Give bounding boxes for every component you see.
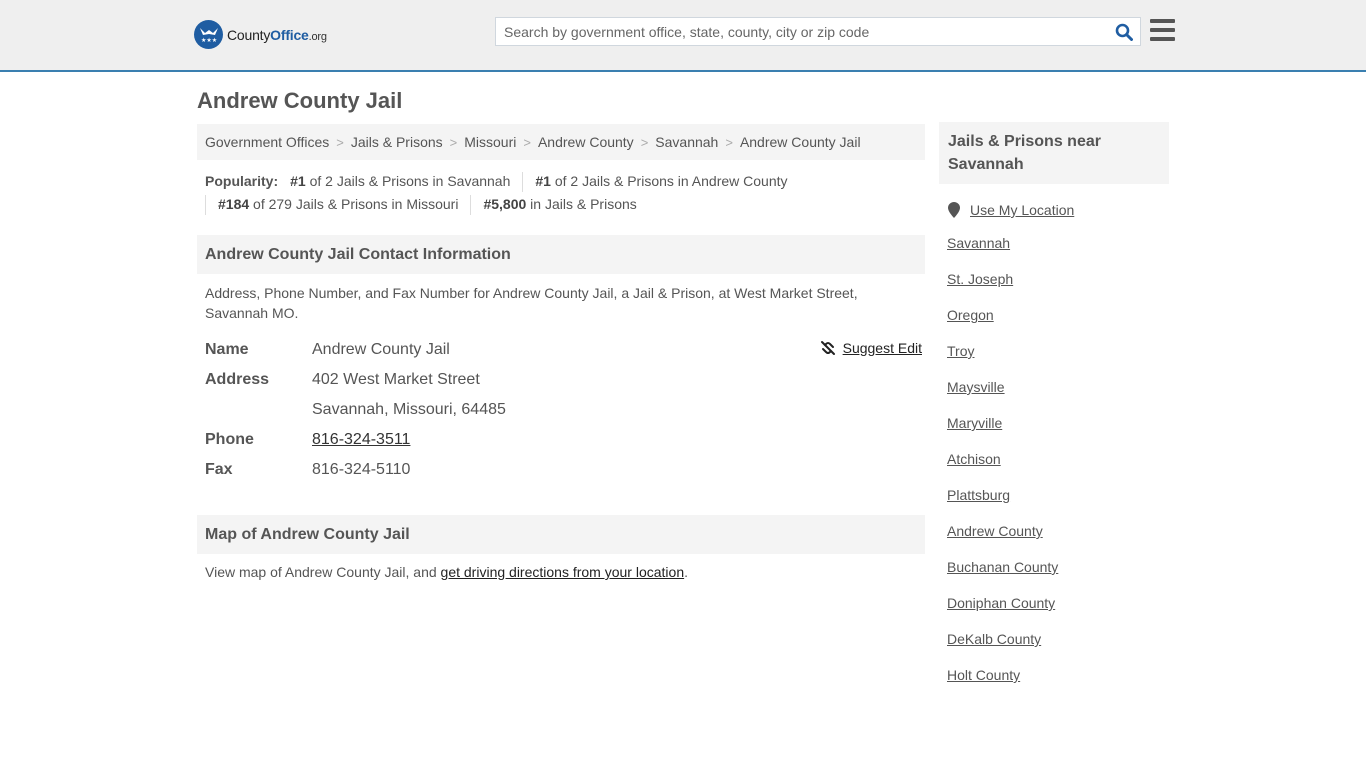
logo-text: CountyOffice.org	[227, 26, 327, 43]
nearby-link-holt-county[interactable]: Holt County	[947, 667, 1020, 683]
search-button[interactable]	[1108, 18, 1140, 45]
address-line2: Savannah, Missouri, 64485	[312, 401, 506, 418]
popularity-item: #1 of 2 Jails & Prisons in Savannah	[290, 173, 511, 189]
breadcrumb-separator: >	[336, 134, 344, 150]
list-item: Savannah	[947, 235, 1169, 271]
popularity-item: #184 of 279 Jails & Prisons in Missouri	[218, 196, 459, 212]
breadcrumb-separator: >	[523, 134, 531, 150]
nearby-link-savannah[interactable]: Savannah	[947, 235, 1010, 251]
map-heading: Map of Andrew County Jail	[197, 515, 925, 554]
use-my-location-link[interactable]: Use My Location	[970, 202, 1074, 218]
list-item: Plattsburg	[947, 487, 1169, 523]
address-row: Address 402 West Market Street	[205, 365, 917, 395]
search-box	[495, 17, 1141, 46]
phone-label: Phone	[205, 431, 254, 448]
list-item: DeKalb County	[947, 631, 1169, 667]
phone-row: Phone 816-324-3511	[205, 425, 917, 455]
list-item: Oregon	[947, 307, 1169, 343]
map-pin-icon	[948, 202, 960, 218]
contact-description: Address, Phone Number, and Fax Number fo…	[205, 285, 858, 321]
eagle-stars-icon: ★★★	[194, 20, 223, 49]
search-icon	[1115, 23, 1133, 41]
breadcrumb: Government Offices > Jails & Prisons > M…	[197, 124, 925, 160]
list-item: Maysville	[947, 379, 1169, 415]
name-label: Name	[205, 341, 249, 358]
nearby-link-dekalb-county[interactable]: DeKalb County	[947, 631, 1041, 647]
suggest-edit-link[interactable]: Suggest Edit	[843, 340, 922, 356]
breadcrumb-andrew-county[interactable]: Andrew County	[538, 134, 634, 150]
contact-info-heading: Andrew County Jail Contact Information	[197, 235, 925, 274]
list-item: Holt County	[947, 667, 1169, 703]
list-item: Doniphan County	[947, 595, 1169, 631]
page-title: Andrew County Jail	[197, 88, 403, 113]
divider	[205, 194, 206, 215]
hamburger-menu-button[interactable]	[1150, 19, 1175, 41]
address-line1: 402 West Market Street	[312, 371, 480, 388]
use-my-location-button[interactable]: Use My Location	[939, 202, 1169, 218]
fax-label: Fax	[205, 461, 233, 478]
nearby-link-plattsburg[interactable]: Plattsburg	[947, 487, 1010, 503]
menu-bar	[1150, 28, 1175, 32]
breadcrumb-separator: >	[640, 134, 649, 150]
name-row: Name Andrew County Jail	[205, 335, 917, 365]
nearby-link-maryville[interactable]: Maryville	[947, 415, 1002, 431]
nearby-link-atchison[interactable]: Atchison	[947, 451, 1001, 467]
sidebar: Jails & Prisons near Savannah Use My Loc…	[939, 122, 1169, 703]
popularity: Popularity: #1 of 2 Jails & Prisons in S…	[197, 160, 925, 216]
map-description: View map of Andrew County Jail, and get …	[205, 564, 688, 580]
list-item: Maryville	[947, 415, 1169, 451]
svg-text:★★★: ★★★	[201, 37, 217, 44]
list-item: Troy	[947, 343, 1169, 379]
list-item: St. Joseph	[947, 271, 1169, 307]
nearby-link-doniphan-county[interactable]: Doniphan County	[947, 595, 1055, 611]
breadcrumb-current: Andrew County Jail	[739, 134, 861, 150]
list-item: Buchanan County	[947, 559, 1169, 595]
menu-bar	[1150, 37, 1175, 41]
fax-row: Fax 816-324-5110	[205, 455, 917, 485]
list-item: Andrew County	[947, 523, 1169, 559]
divider	[470, 194, 472, 215]
popularity-item: #5,800 in Jails & Prisons	[483, 196, 637, 212]
breadcrumb-jails-prisons[interactable]: Jails & Prisons	[351, 134, 443, 150]
phone-link[interactable]: 816-324-3511	[312, 431, 410, 448]
sidebar-heading: Jails & Prisons near Savannah	[939, 122, 1169, 184]
divider	[522, 171, 524, 192]
menu-bar	[1150, 19, 1175, 23]
suggest-edit-button[interactable]: Suggest Edit	[820, 340, 922, 356]
breadcrumb-missouri[interactable]: Missouri	[464, 134, 516, 150]
nearby-link-troy[interactable]: Troy	[947, 343, 974, 359]
breadcrumb-savannah[interactable]: Savannah	[655, 134, 718, 150]
edit-link-icon	[820, 341, 835, 355]
nearby-link-andrew-county[interactable]: Andrew County	[947, 523, 1043, 539]
name-value: Andrew County Jail	[312, 341, 450, 358]
popularity-row: Popularity: #1 of 2 Jails & Prisons in S…	[205, 170, 917, 193]
popularity-item: #1 of 2 Jails & Prisons in Andrew County	[535, 173, 788, 189]
fax-value: 816-324-5110	[312, 461, 411, 478]
address-row-2: Savannah, Missouri, 64485	[205, 395, 917, 425]
driving-directions-link[interactable]: get driving directions from your locatio…	[441, 564, 685, 580]
site-header: ★★★ CountyOffice.org	[0, 0, 1366, 72]
popularity-label: Popularity:	[205, 173, 279, 189]
breadcrumb-separator: >	[449, 134, 458, 150]
breadcrumb-separator: >	[725, 134, 733, 150]
main-content: Government Offices > Jails & Prisons > M…	[197, 124, 925, 580]
nearby-link-buchanan-county[interactable]: Buchanan County	[947, 559, 1058, 575]
nearby-link-st-joseph[interactable]: St. Joseph	[947, 271, 1013, 287]
search-input[interactable]	[496, 18, 1108, 45]
breadcrumb-government-offices[interactable]: Government Offices	[205, 134, 329, 150]
list-item: Atchison	[947, 451, 1169, 487]
nearby-link-maysville[interactable]: Maysville	[947, 379, 1005, 395]
nearby-link-oregon[interactable]: Oregon	[947, 307, 994, 323]
site-logo[interactable]: ★★★ CountyOffice.org	[194, 20, 327, 49]
contact-details: Suggest Edit Name Andrew County Jail Add…	[197, 323, 925, 485]
address-label: Address	[205, 371, 270, 388]
nearby-list: Savannah St. Joseph Oregon Troy Maysvill…	[939, 235, 1169, 703]
popularity-row: #184 of 279 Jails & Prisons in Missouri …	[205, 193, 917, 216]
